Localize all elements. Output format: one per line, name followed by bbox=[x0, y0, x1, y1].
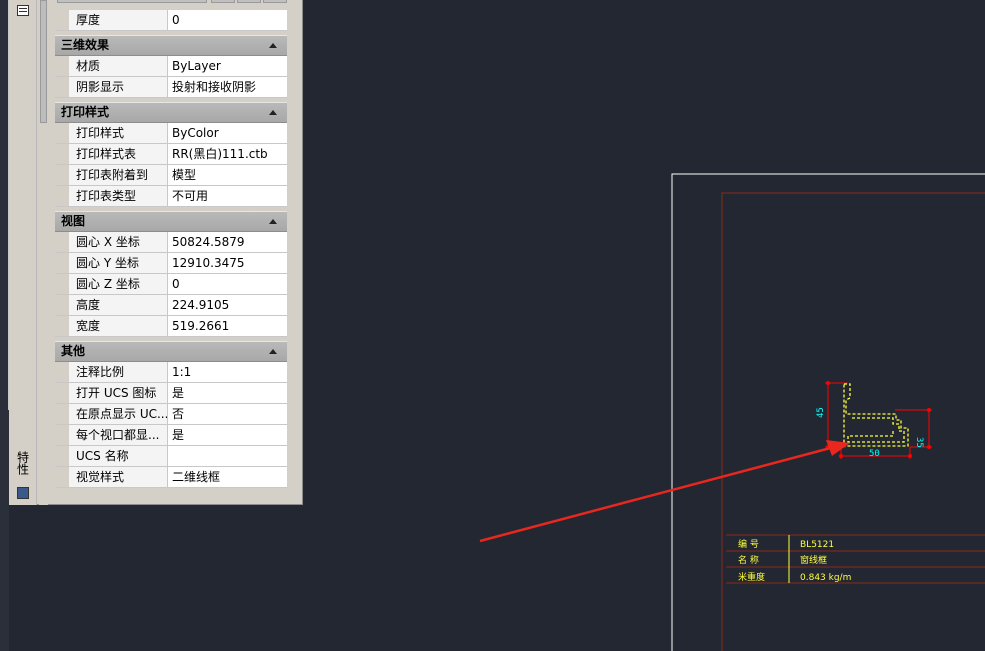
table-label-weight: 米重度 bbox=[738, 571, 765, 583]
property-value[interactable] bbox=[168, 446, 287, 467]
palette-title-strip[interactable]: 特性 bbox=[9, 0, 37, 505]
property-key: 打印表附着到 bbox=[55, 165, 168, 186]
dimension-text-right: 35 bbox=[914, 437, 924, 448]
property-row-shadow-display[interactable]: 阴影显示 投射和接收阴影 bbox=[55, 77, 287, 98]
top-tab-left[interactable] bbox=[57, 0, 207, 3]
palette-title: 特性 bbox=[15, 451, 30, 475]
section-title: 视图 bbox=[61, 214, 86, 228]
property-key: 圆心 Y 坐标 bbox=[55, 253, 168, 274]
grid-top-tabs bbox=[55, 0, 295, 3]
property-value[interactable]: 投射和接收阴影 bbox=[168, 77, 287, 98]
property-key: 打印样式 bbox=[55, 123, 168, 144]
property-row-height[interactable]: 高度 224.9105 bbox=[55, 295, 287, 316]
collapse-icon[interactable] bbox=[269, 219, 277, 224]
property-value[interactable]: 模型 bbox=[168, 165, 287, 186]
property-key: 厚度 bbox=[55, 10, 168, 31]
property-value[interactable]: 224.9105 bbox=[168, 295, 287, 316]
collapse-icon[interactable] bbox=[269, 110, 277, 115]
property-value[interactable]: 是 bbox=[168, 425, 287, 446]
property-row-annotation-scale[interactable]: 注释比例 1:1 bbox=[55, 362, 287, 383]
palette-properties-icon[interactable] bbox=[17, 487, 29, 499]
section-title: 打印样式 bbox=[61, 105, 110, 119]
section-header-misc[interactable]: 其他 bbox=[55, 341, 287, 362]
table-value-code: BL5121 bbox=[800, 540, 834, 550]
property-row-center-z[interactable]: 圆心 Z 坐标 0 bbox=[55, 274, 287, 295]
property-value[interactable]: 50824.5879 bbox=[168, 232, 287, 253]
property-row-ucs-at-origin[interactable]: 在原点显示 UC... 否 bbox=[55, 404, 287, 425]
properties-palette[interactable]: 特性 厚度 0 三维效果 材质 ByLayer 阴影显示 投射和接收阴影 打印样… bbox=[9, 0, 303, 505]
top-tab-middle[interactable] bbox=[211, 0, 235, 3]
property-row-plot-table-type[interactable]: 打印表类型 不可用 bbox=[55, 186, 287, 207]
property-row-width[interactable]: 宽度 519.2661 bbox=[55, 316, 287, 337]
property-row-plot-style-table[interactable]: 打印样式表 RR(黑白)111.ctb bbox=[55, 144, 287, 165]
property-row-material[interactable]: 材质 ByLayer bbox=[55, 56, 287, 77]
annotation-arrow-shaft bbox=[479, 444, 839, 543]
collapse-icon[interactable] bbox=[269, 43, 277, 48]
property-key: 阴影显示 bbox=[55, 77, 168, 98]
property-value[interactable]: 0 bbox=[168, 274, 287, 295]
property-row-ucs-per-viewport[interactable]: 每个视口都显... 是 bbox=[55, 425, 287, 446]
collapse-icon[interactable] bbox=[269, 349, 277, 354]
table-value-weight: 0.843 kg/m bbox=[800, 573, 851, 583]
title-table-text: 编 号 BL5121 名 称 窗线框 米重度 0.843 kg/m bbox=[738, 538, 851, 583]
property-row-thickness[interactable]: 厚度 0 bbox=[55, 10, 287, 31]
property-key: 圆心 Z 坐标 bbox=[55, 274, 168, 295]
dimension-text-bottom: 50 bbox=[869, 449, 880, 459]
property-value[interactable]: 是 bbox=[168, 383, 287, 404]
profile-outline bbox=[843, 383, 909, 447]
table-value-name: 窗线框 bbox=[800, 554, 827, 566]
section-header-3d-effects[interactable]: 三维效果 bbox=[55, 35, 287, 56]
property-value[interactable]: 否 bbox=[168, 404, 287, 425]
table-label-name: 名 称 bbox=[738, 554, 759, 566]
property-value[interactable]: 二维线框 bbox=[168, 467, 287, 488]
palette-scrollbar[interactable] bbox=[39, 0, 48, 505]
palette-menu-icon[interactable] bbox=[17, 5, 29, 16]
top-tab-right-2[interactable] bbox=[263, 0, 287, 3]
property-value[interactable]: 1:1 bbox=[168, 362, 287, 383]
property-value[interactable]: 12910.3475 bbox=[168, 253, 287, 274]
property-row-center-y[interactable]: 圆心 Y 坐标 12910.3475 bbox=[55, 253, 287, 274]
property-key: 打开 UCS 图标 bbox=[55, 383, 168, 404]
top-tab-right-1[interactable] bbox=[237, 0, 261, 3]
section-header-view[interactable]: 视图 bbox=[55, 211, 287, 232]
property-value[interactable]: 0 bbox=[168, 10, 287, 31]
section-title: 三维效果 bbox=[61, 38, 110, 52]
table-label-code: 编 号 bbox=[738, 538, 759, 550]
property-key: 圆心 X 坐标 bbox=[55, 232, 168, 253]
property-value[interactable]: 不可用 bbox=[168, 186, 287, 207]
property-key: 注释比例 bbox=[55, 362, 168, 383]
property-key: 高度 bbox=[55, 295, 168, 316]
annotation-arrow-head bbox=[826, 440, 850, 456]
property-row-visual-style[interactable]: 视觉样式 二维线框 bbox=[55, 467, 287, 488]
property-key: 在原点显示 UC... bbox=[55, 404, 168, 425]
palette-scroll-thumb[interactable] bbox=[40, 0, 47, 123]
property-value[interactable]: ByColor bbox=[168, 123, 287, 144]
property-row-plot-table-attached[interactable]: 打印表附着到 模型 bbox=[55, 165, 287, 186]
property-value[interactable]: RR(黑白)111.ctb bbox=[168, 144, 287, 165]
property-row-ucs-icon-on[interactable]: 打开 UCS 图标 是 bbox=[55, 383, 287, 404]
property-key: 视觉样式 bbox=[55, 467, 168, 488]
property-key: 材质 bbox=[55, 56, 168, 77]
property-value[interactable]: 519.2661 bbox=[168, 316, 287, 337]
property-row-ucs-name[interactable]: UCS 名称 bbox=[55, 446, 287, 467]
property-key: 宽度 bbox=[55, 316, 168, 337]
property-key: 每个视口都显... bbox=[55, 425, 168, 446]
property-value[interactable]: ByLayer bbox=[168, 56, 287, 77]
section-title: 其他 bbox=[61, 344, 86, 358]
property-key: UCS 名称 bbox=[55, 446, 168, 467]
property-key: 打印样式表 bbox=[55, 144, 168, 165]
dimension-text-left: 45 bbox=[816, 407, 826, 418]
property-row-center-x[interactable]: 圆心 X 坐标 50824.5879 bbox=[55, 232, 287, 253]
property-key: 打印表类型 bbox=[55, 186, 168, 207]
property-row-plot-style[interactable]: 打印样式 ByColor bbox=[55, 123, 287, 144]
section-header-plot-style[interactable]: 打印样式 bbox=[55, 102, 287, 123]
